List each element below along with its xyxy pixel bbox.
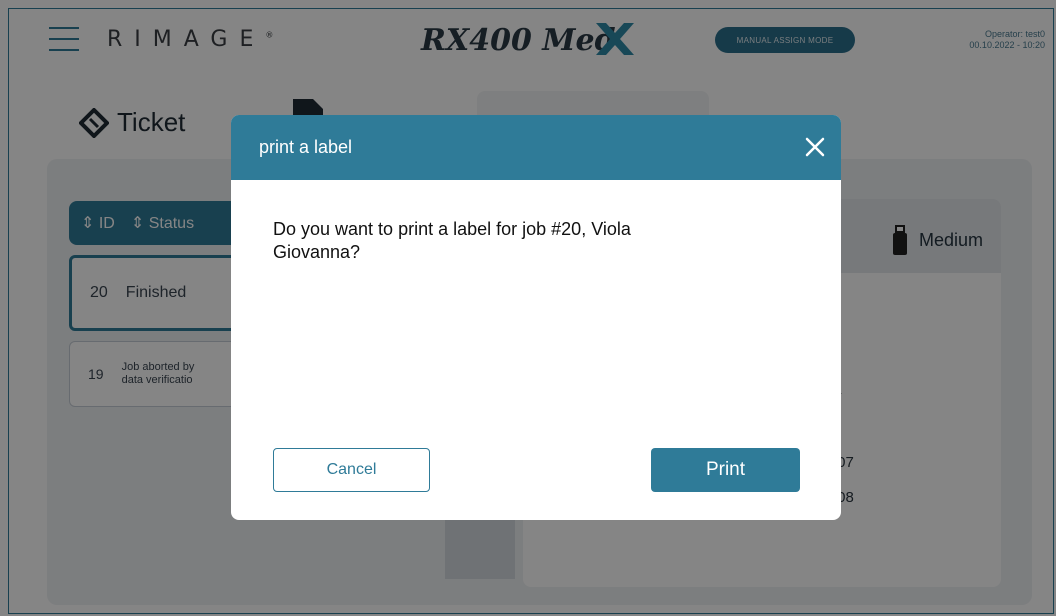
- dialog-message: Do you want to print a label for job #20…: [231, 180, 751, 264]
- dialog-message-line1: Do you want to print a label for job #20…: [273, 219, 631, 239]
- dialog-title: print a label: [259, 137, 353, 157]
- close-icon[interactable]: [801, 133, 829, 161]
- print-label-dialog: print a label Do you want to print a lab…: [231, 115, 841, 520]
- dialog-message-line2: Giovanna?: [273, 242, 361, 262]
- cancel-button[interactable]: Cancel: [273, 448, 430, 492]
- dialog-header: print a label: [231, 115, 841, 180]
- print-button[interactable]: Print: [651, 448, 800, 492]
